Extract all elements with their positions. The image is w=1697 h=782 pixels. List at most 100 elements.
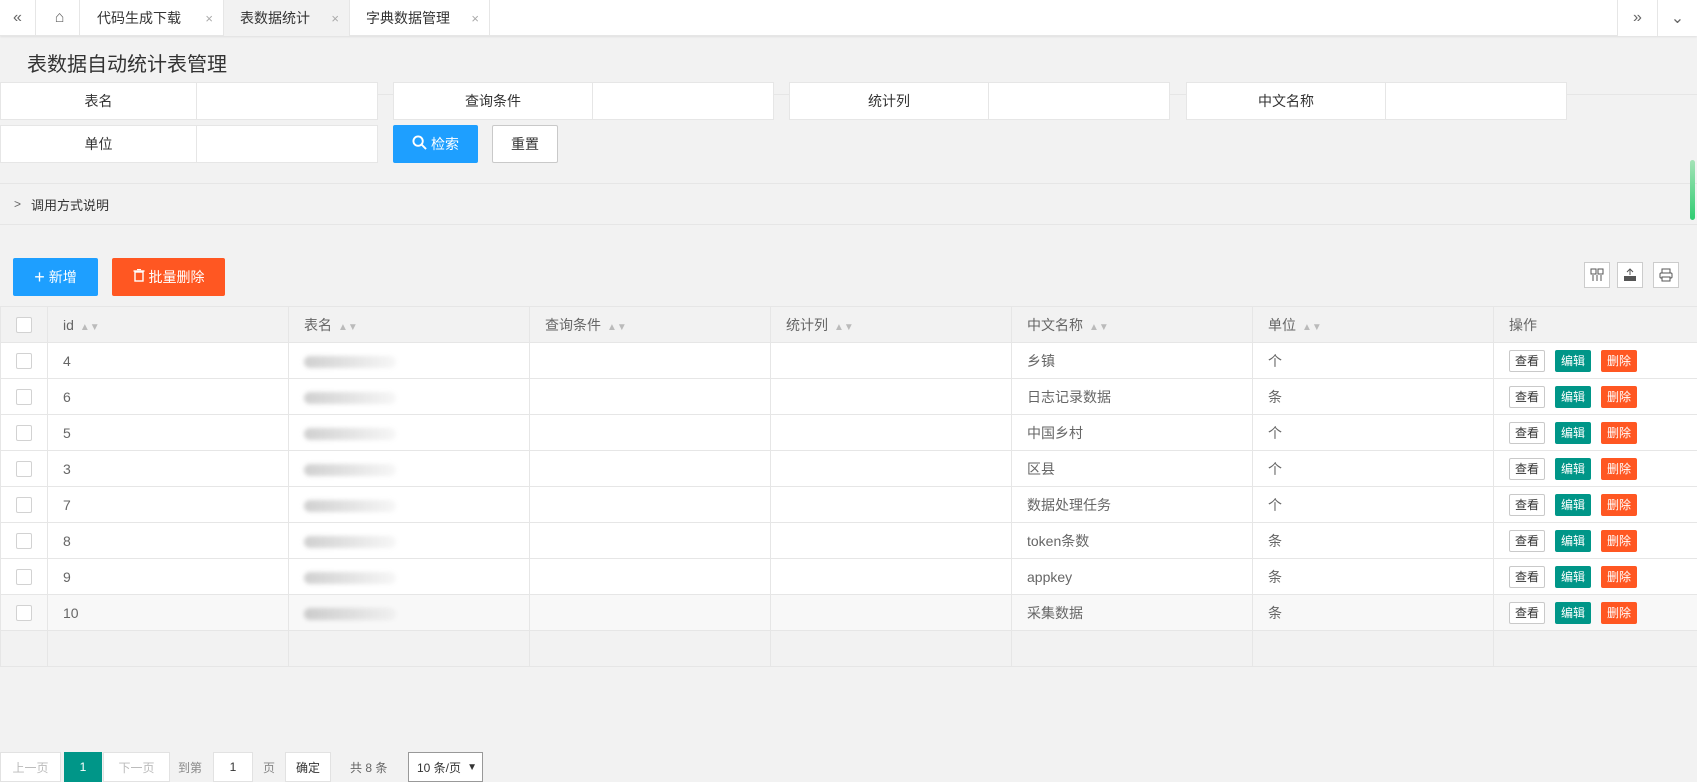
cell-cn-name: 数据处理任务 <box>1012 487 1253 523</box>
row-checkbox[interactable] <box>1 415 48 451</box>
row-checkbox[interactable] <box>1 595 48 631</box>
scroll-right-icon[interactable]: » <box>1617 0 1657 36</box>
delete-button[interactable]: 删除 <box>1601 350 1637 372</box>
tab-code-gen[interactable]: 代码生成下载 × <box>81 0 224 36</box>
view-button[interactable]: 查看 <box>1509 602 1545 624</box>
cell-table-name <box>289 523 530 559</box>
row-checkbox[interactable] <box>1 559 48 595</box>
table-name-input[interactable] <box>196 82 378 120</box>
print-icon[interactable] <box>1653 262 1679 288</box>
prev-page-button[interactable]: 上一页 <box>0 752 61 782</box>
tab-label: 代码生成下载 <box>97 8 181 28</box>
tab-bar: « ⌂ 代码生成下载 × 表数据统计 × 字典数据管理 × » ⌄ <box>0 0 1697 36</box>
confirm-button[interactable]: 确定 <box>285 752 331 782</box>
row-checkbox[interactable] <box>1 379 48 415</box>
blurred-table-name <box>304 536 396 548</box>
cn-name-input[interactable] <box>1385 82 1567 120</box>
home-icon[interactable]: ⌂ <box>40 0 80 36</box>
row-checkbox[interactable] <box>1 487 48 523</box>
delete-button[interactable]: 删除 <box>1601 458 1637 480</box>
collapse-title: 调用方式说明 <box>31 195 109 214</box>
add-button[interactable]: + 新增 <box>13 258 98 296</box>
view-button[interactable]: 查看 <box>1509 566 1545 588</box>
view-button[interactable]: 查看 <box>1509 458 1545 480</box>
batch-delete-button[interactable]: 批量删除 <box>112 258 225 296</box>
search-button[interactable]: 检索 <box>393 125 478 163</box>
edit-button[interactable]: 编辑 <box>1555 386 1591 408</box>
row-checkbox[interactable] <box>1 523 48 559</box>
view-button[interactable]: 查看 <box>1509 494 1545 516</box>
col-header-id[interactable]: id▲▼ <box>48 307 289 343</box>
export-icon[interactable] <box>1617 262 1643 288</box>
delete-button[interactable]: 删除 <box>1601 602 1637 624</box>
close-icon[interactable]: × <box>205 11 213 26</box>
tab-table-stats[interactable]: 表数据统计 × <box>224 0 350 36</box>
cell-stat <box>771 379 1012 415</box>
row-checkbox[interactable] <box>1 343 48 379</box>
plus-icon: + <box>34 267 45 288</box>
table-row: 8token条数条查看编辑删除 <box>1 523 1697 559</box>
edit-button[interactable]: 编辑 <box>1555 602 1591 624</box>
cell-unit: 条 <box>1253 523 1494 559</box>
pagination: 上一页 1 下一页 到第 1 页 确定 共 8 条 10 条/页▼ <box>0 752 1697 782</box>
cell-cn-name: 中国乡村 <box>1012 415 1253 451</box>
cell-stat <box>771 343 1012 379</box>
scrollbar[interactable] <box>1690 160 1695 220</box>
cell-query <box>530 415 771 451</box>
blurred-table-name <box>304 392 396 404</box>
batch-delete-label: 批量删除 <box>149 267 205 287</box>
view-button[interactable]: 查看 <box>1509 422 1545 444</box>
scroll-left-icon[interactable]: « <box>0 0 36 36</box>
delete-button[interactable]: 删除 <box>1601 422 1637 444</box>
view-button[interactable]: 查看 <box>1509 386 1545 408</box>
col-header-table-name[interactable]: 表名▲▼ <box>289 307 530 343</box>
cell-query <box>530 523 771 559</box>
col-header-unit[interactable]: 单位▲▼ <box>1253 307 1494 343</box>
edit-button[interactable]: 编辑 <box>1555 458 1591 480</box>
col-header-stat[interactable]: 统计列▲▼ <box>771 307 1012 343</box>
cell-table-name <box>289 451 530 487</box>
reset-button[interactable]: 重置 <box>492 125 558 163</box>
next-page-button[interactable]: 下一页 <box>103 752 170 782</box>
cell-unit: 条 <box>1253 379 1494 415</box>
tab-dict-data[interactable]: 字典数据管理 × <box>350 0 490 36</box>
columns-icon[interactable] <box>1584 262 1610 288</box>
edit-button[interactable]: 编辑 <box>1555 530 1591 552</box>
edit-button[interactable]: 编辑 <box>1555 494 1591 516</box>
cell-query <box>530 559 771 595</box>
chevron-down-icon[interactable]: ⌄ <box>1657 0 1697 36</box>
view-button[interactable]: 查看 <box>1509 350 1545 372</box>
trash-icon <box>133 269 145 285</box>
cell-query <box>530 487 771 523</box>
page-number-input[interactable]: 1 <box>213 752 253 782</box>
cell-cn-name: token条数 <box>1012 523 1253 559</box>
filter-label-query-condition: 查询条件 <box>393 82 593 120</box>
tab-label: 字典数据管理 <box>366 8 450 28</box>
cell-query <box>530 595 771 631</box>
edit-button[interactable]: 编辑 <box>1555 422 1591 444</box>
table-row: 5中国乡村个查看编辑删除 <box>1 415 1697 451</box>
delete-button[interactable]: 删除 <box>1601 530 1637 552</box>
unit-input[interactable] <box>196 125 378 163</box>
edit-button[interactable]: 编辑 <box>1555 566 1591 588</box>
col-header-query[interactable]: 查询条件▲▼ <box>530 307 771 343</box>
page-size-select[interactable]: 10 条/页▼ <box>408 752 483 782</box>
view-button[interactable]: 查看 <box>1509 530 1545 552</box>
query-condition-input[interactable] <box>592 82 774 120</box>
select-all-checkbox[interactable] <box>1 307 48 343</box>
row-checkbox[interactable] <box>1 451 48 487</box>
close-icon[interactable]: × <box>471 11 479 26</box>
page-unit-label: 页 <box>263 752 275 782</box>
col-header-cn-name[interactable]: 中文名称▲▼ <box>1012 307 1253 343</box>
usage-collapse[interactable]: > 调用方式说明 <box>0 183 1697 225</box>
edit-button[interactable]: 编辑 <box>1555 350 1591 372</box>
delete-button[interactable]: 删除 <box>1601 566 1637 588</box>
cell-table-name <box>289 487 530 523</box>
stat-column-input[interactable] <box>988 82 1170 120</box>
cell-table-name <box>289 379 530 415</box>
page-1-button[interactable]: 1 <box>64 752 102 782</box>
close-icon[interactable]: × <box>331 11 339 26</box>
goto-label: 到第 <box>178 752 202 782</box>
delete-button[interactable]: 删除 <box>1601 494 1637 516</box>
delete-button[interactable]: 删除 <box>1601 386 1637 408</box>
